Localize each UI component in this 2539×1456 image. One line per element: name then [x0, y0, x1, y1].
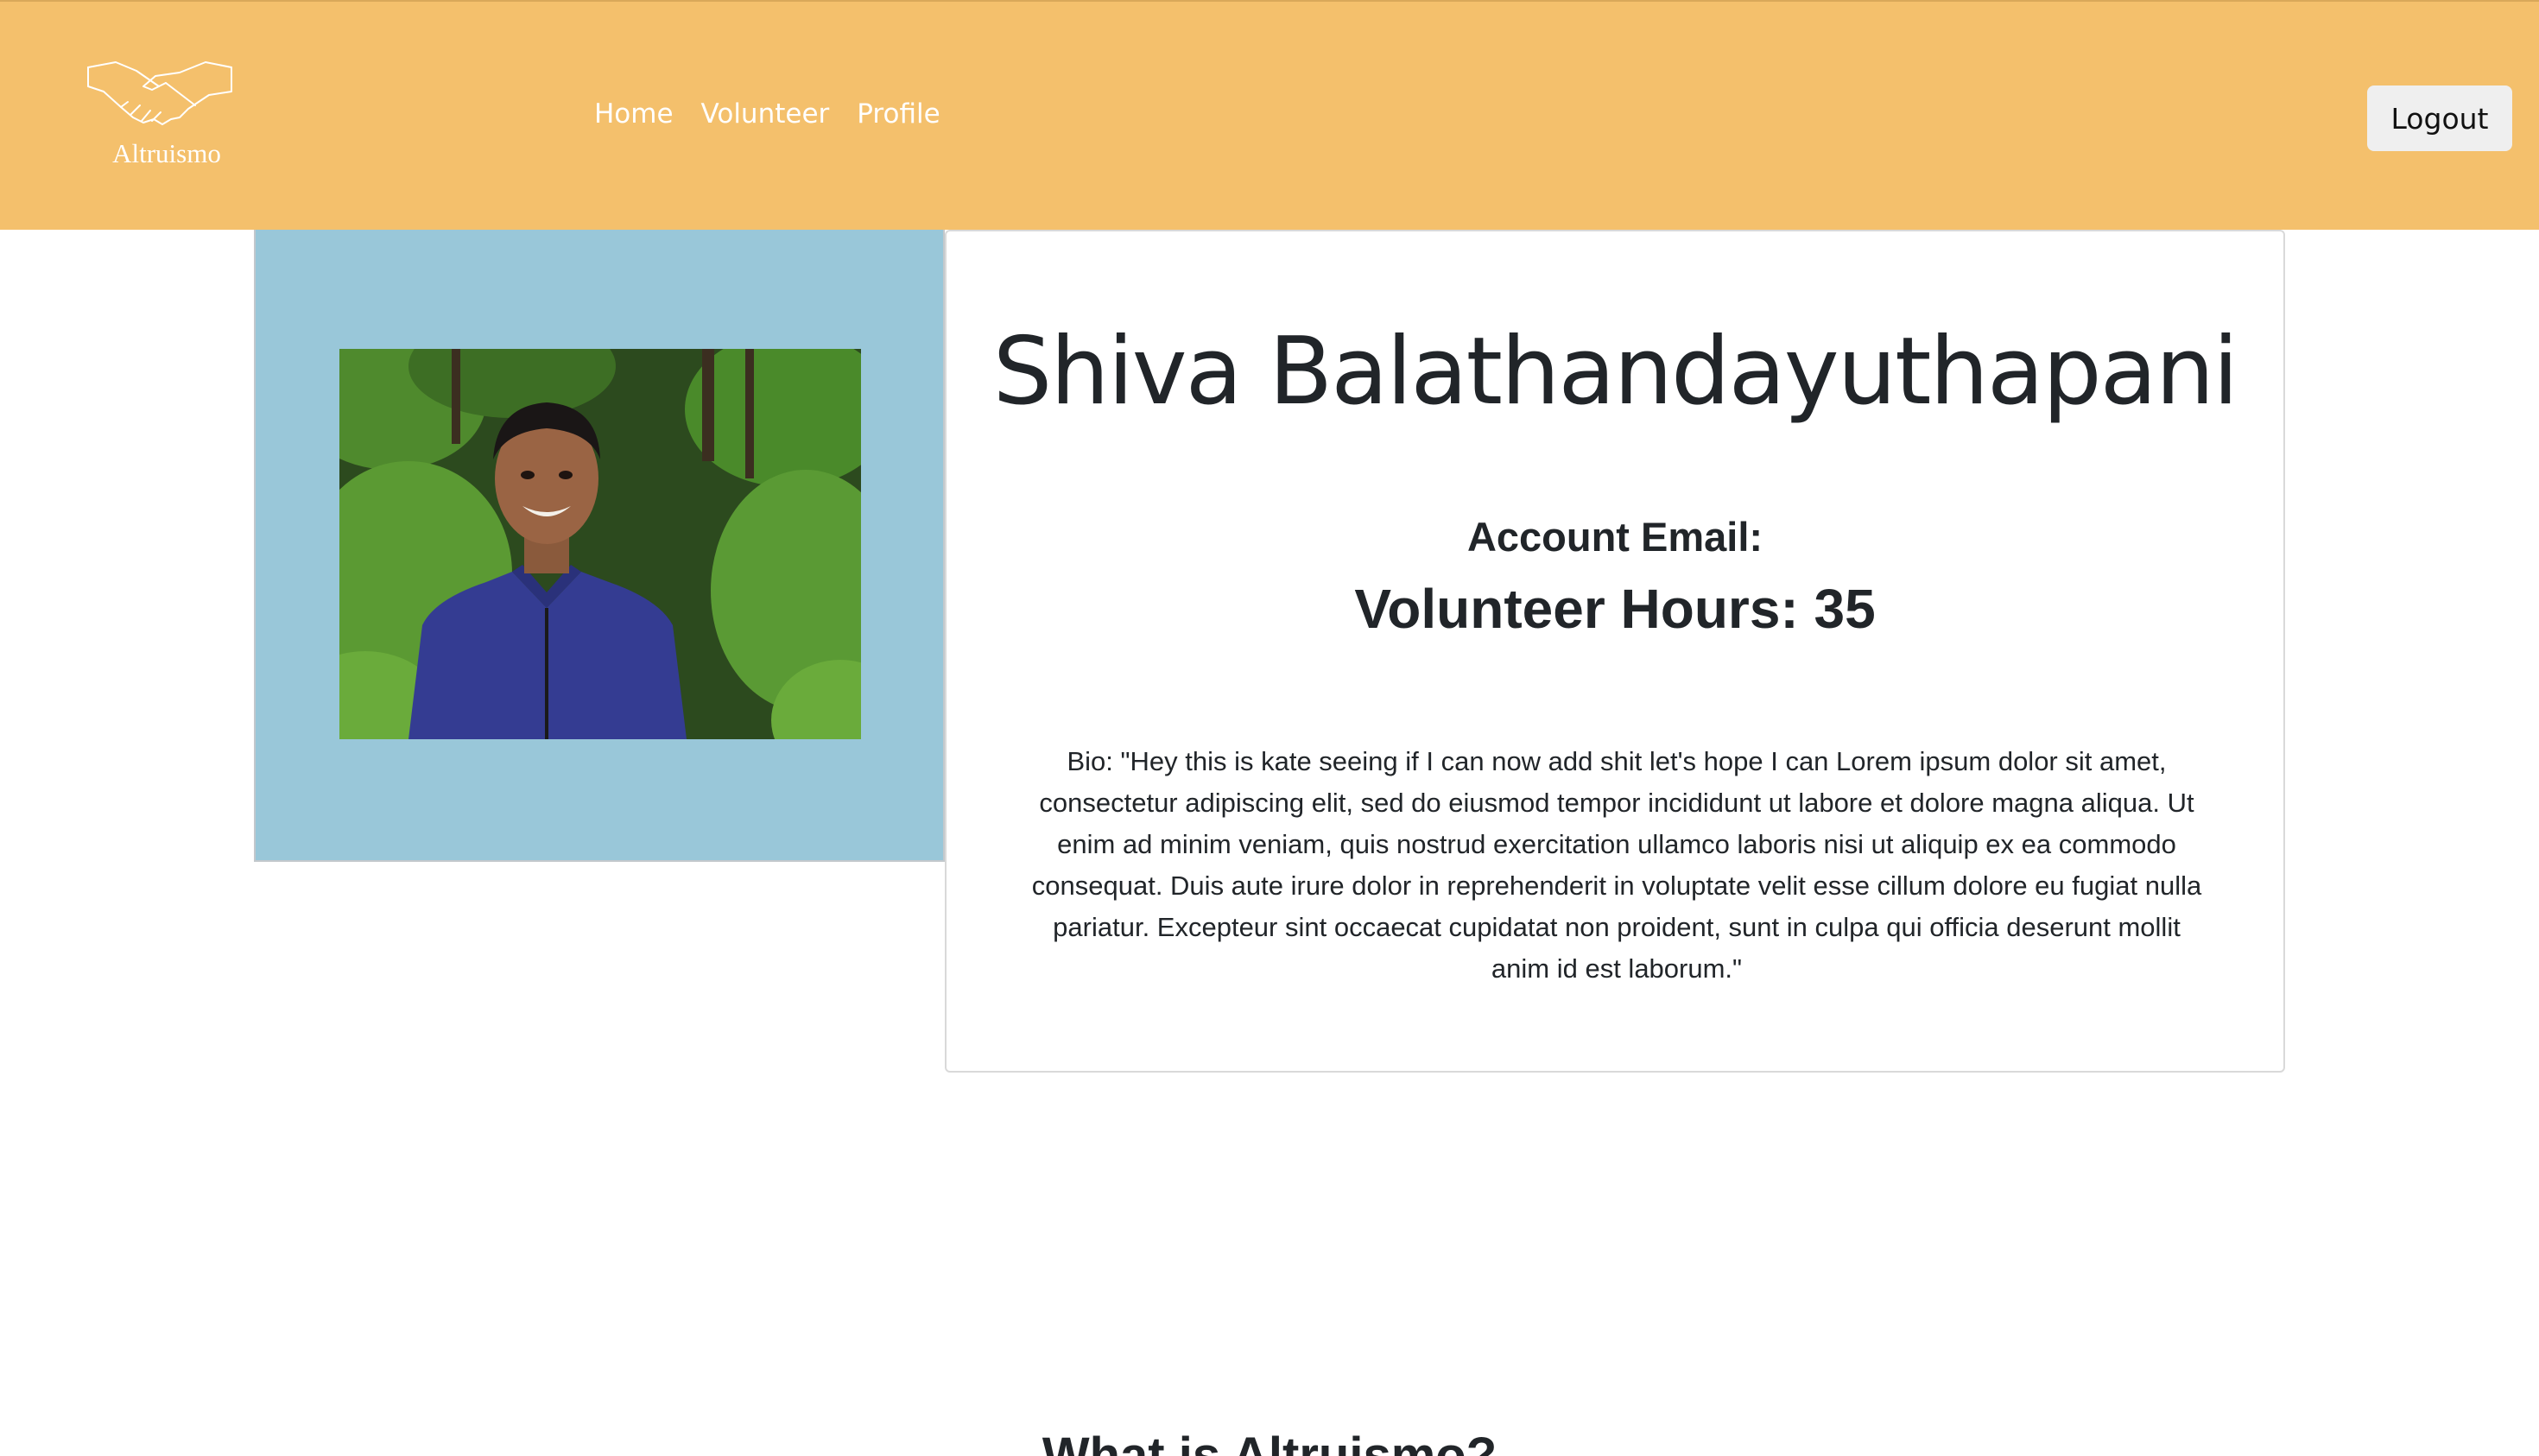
profile-bio: Bio: "Hey this is kate seeing if I can n…: [1031, 746, 2202, 984]
account-email-label: Account Email:: [1466, 514, 1763, 560]
profile-photo-image: [339, 349, 861, 739]
profile-name: Shiva Balathandayuthapani: [992, 318, 2239, 426]
brand-name: Altruismo: [112, 138, 221, 168]
brand-logo-link[interactable]: Altruismo: [83, 57, 238, 169]
profile-photo: [339, 349, 861, 739]
handshake-icon: [87, 61, 232, 125]
what-is-altruismo-heading: What is Altruismo?: [1042, 1428, 1497, 1456]
volunteer-hours: Volunteer Hours: 35: [1354, 578, 1876, 640]
nav-link-volunteer[interactable]: Volunteer: [701, 98, 830, 130]
main-nav: Home Volunteer Profile: [594, 98, 940, 130]
logout-button[interactable]: Logout: [2367, 85, 2512, 151]
top-navbar: Altruismo Home Volunteer Profile Logout: [0, 0, 2539, 230]
profile-photo-panel: [254, 230, 945, 862]
profile-info-card: Shiva Balathandayuthapani Account Email:…: [945, 230, 2285, 1073]
nav-link-home[interactable]: Home: [594, 98, 674, 130]
nav-link-profile[interactable]: Profile: [857, 98, 940, 130]
